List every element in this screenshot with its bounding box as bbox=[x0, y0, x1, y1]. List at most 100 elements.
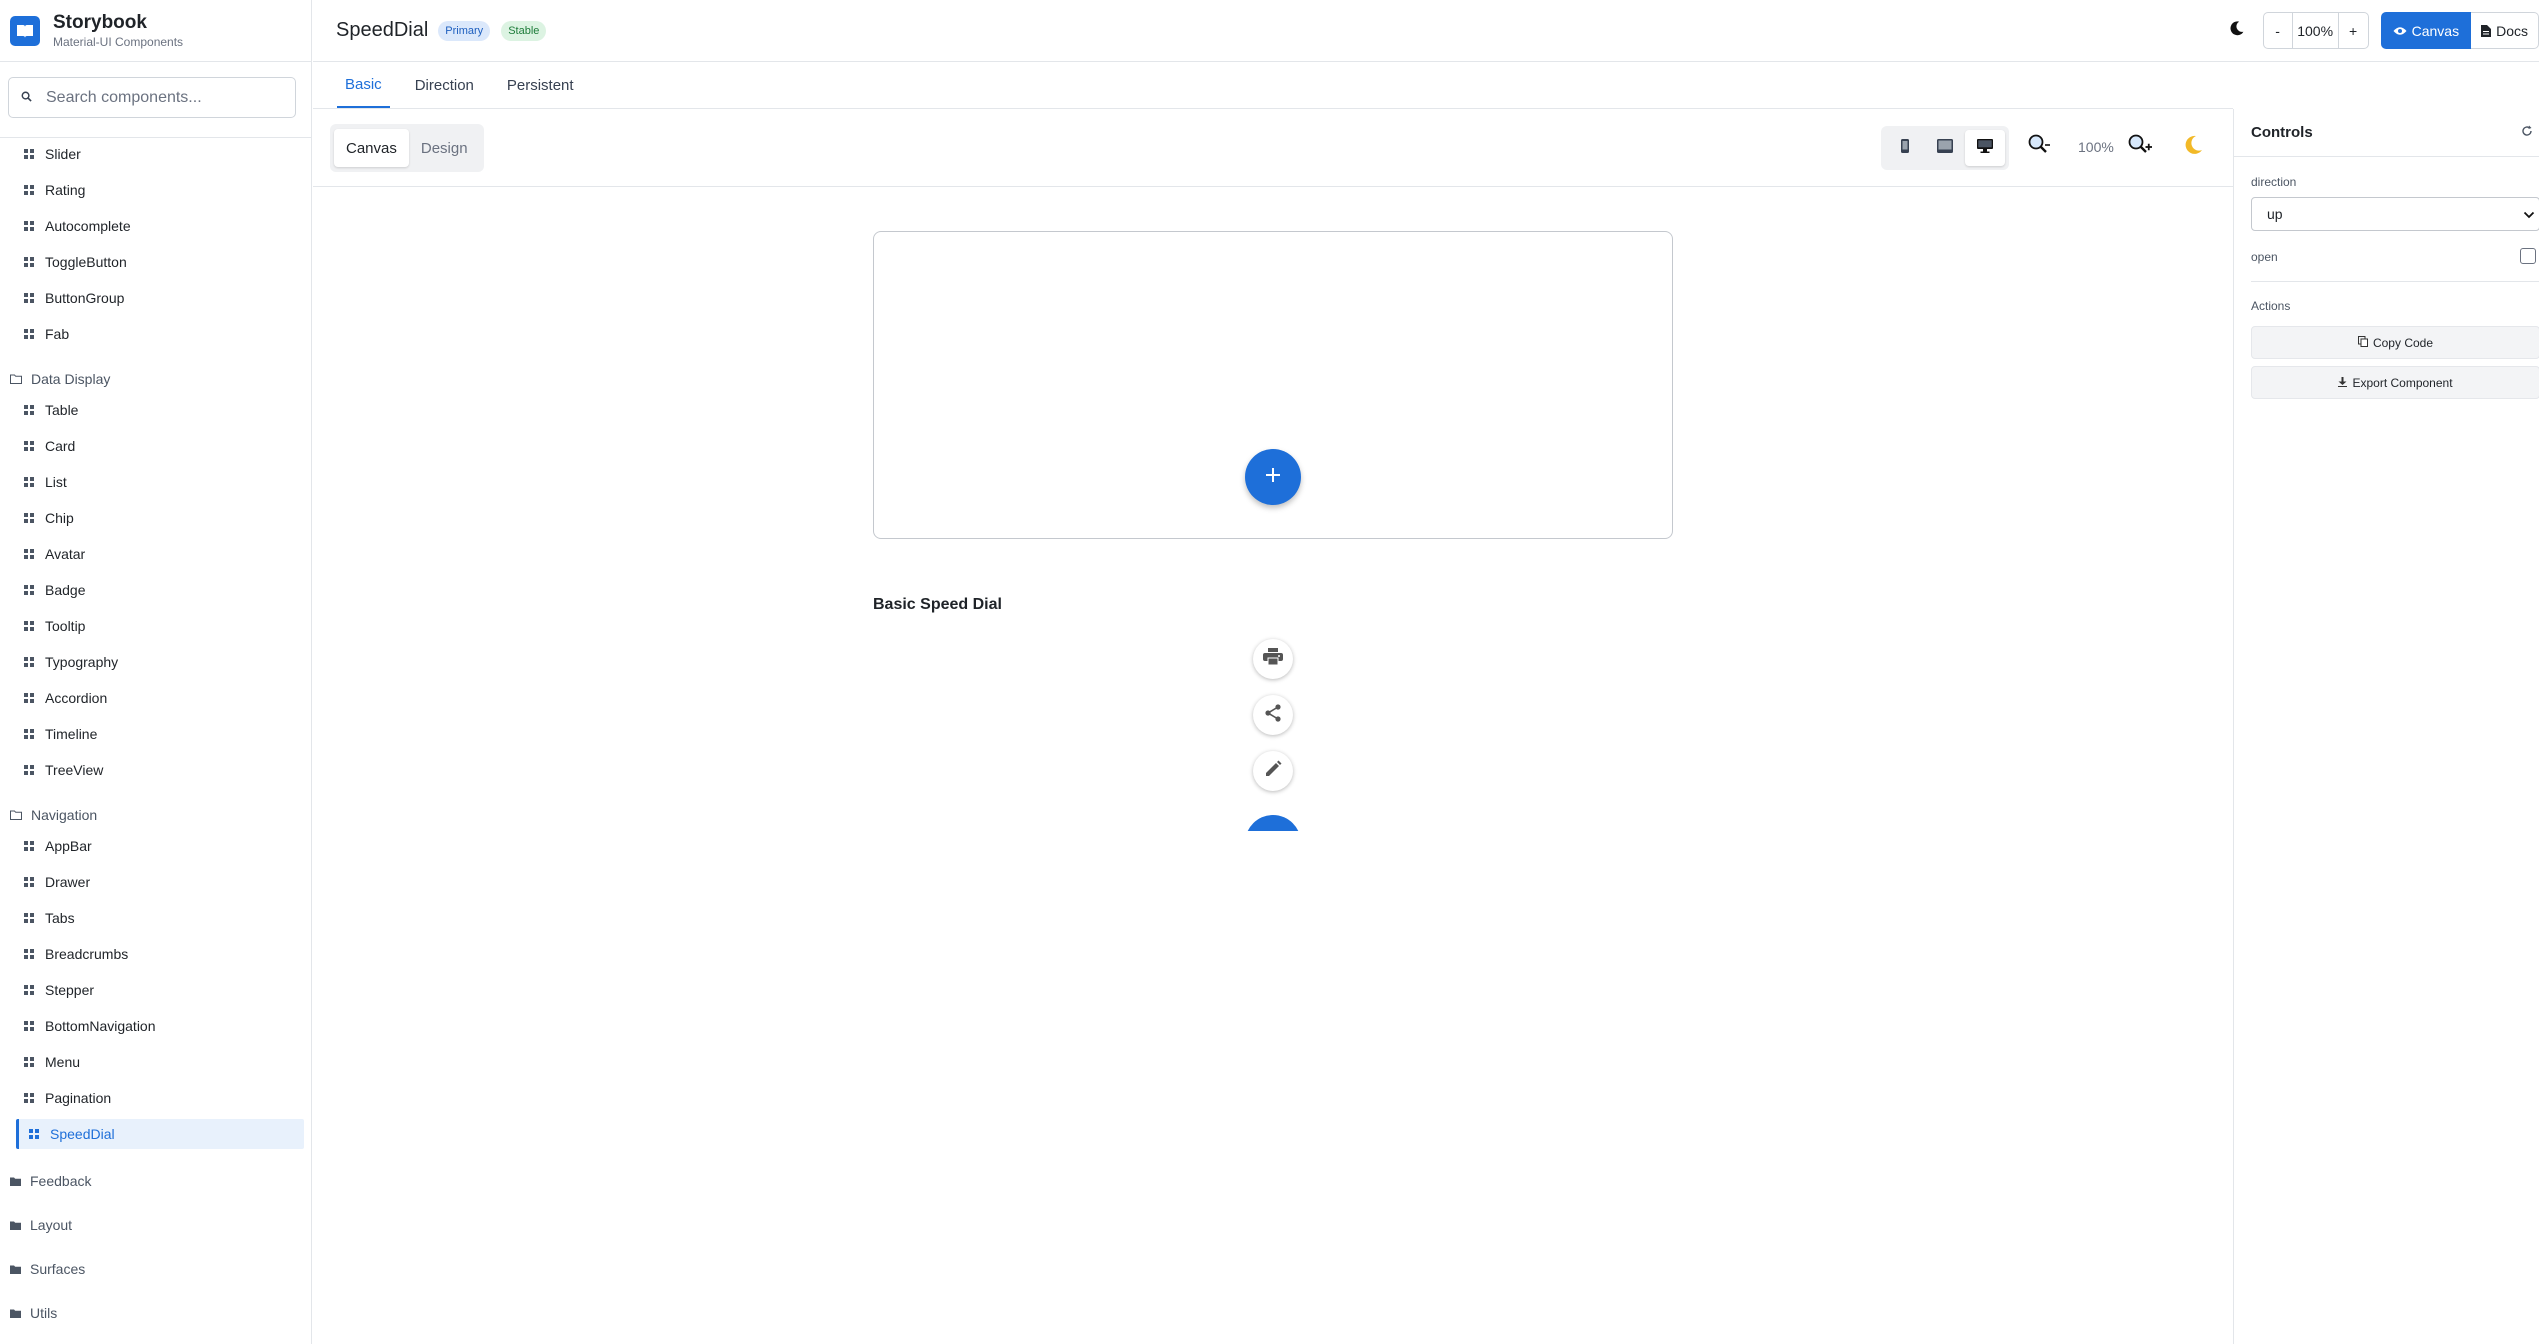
mode-segment: Canvas Design bbox=[330, 124, 484, 172]
desktop-view-button[interactable] bbox=[1965, 130, 2005, 166]
sidebar-group-navigation[interactable]: Navigation bbox=[10, 802, 97, 828]
sidebar-group-label: Navigation bbox=[31, 807, 98, 823]
sidebar-item-menu[interactable]: Menu bbox=[24, 1047, 80, 1077]
view-switch: Canvas Docs bbox=[2380, 12, 2539, 49]
direction-value: up bbox=[2267, 206, 2283, 222]
moon-icon bbox=[2228, 20, 2245, 42]
component-icon bbox=[24, 474, 34, 490]
component-icon bbox=[24, 438, 34, 454]
header-actions: - 100% + Canvas Docs bbox=[2222, 12, 2539, 49]
docs-view-label: Docs bbox=[2496, 22, 2528, 39]
speed-dial-action-share[interactable] bbox=[1253, 695, 1293, 735]
brand[interactable]: Storybook Material-UI Components bbox=[0, 0, 311, 62]
direction-select[interactable]: up bbox=[2251, 197, 2539, 231]
sidebar-group-feedback[interactable]: Feedback bbox=[10, 1168, 91, 1194]
search-icon bbox=[21, 89, 32, 107]
sidebar-item-autocomplete[interactable]: Autocomplete bbox=[24, 211, 131, 241]
sidebar-item-slider[interactable]: Slider bbox=[24, 139, 81, 169]
segment-design[interactable]: Design bbox=[409, 129, 480, 167]
sidebar-item-list[interactable]: List bbox=[24, 467, 67, 497]
mobile-view-button[interactable] bbox=[1885, 130, 1925, 166]
canvas-zoom-out-button[interactable] bbox=[2027, 133, 2051, 160]
sidebar-item-label: Pagination bbox=[45, 1090, 112, 1106]
sidebar-item-label: AppBar bbox=[45, 838, 92, 854]
sidebar-item-label: Timeline bbox=[45, 726, 98, 742]
open-checkbox[interactable] bbox=[2520, 248, 2536, 264]
sidebar-item-avatar[interactable]: Avatar bbox=[24, 539, 85, 569]
sidebar-item-label: Rating bbox=[45, 182, 86, 198]
sidebar-item-treeview[interactable]: TreeView bbox=[24, 755, 103, 785]
zoom-out-icon bbox=[2027, 134, 2051, 159]
search-area bbox=[0, 62, 311, 138]
speed-dial-action-edit[interactable] bbox=[1253, 751, 1293, 791]
tab-persistent[interactable]: Persistent bbox=[499, 62, 582, 108]
component-icon bbox=[24, 402, 34, 418]
sidebar-item-stepper[interactable]: Stepper bbox=[24, 975, 94, 1005]
sidebar-item-fab[interactable]: Fab bbox=[24, 319, 69, 349]
sidebar-item-label: Tooltip bbox=[45, 618, 86, 634]
brand-title: Storybook bbox=[53, 11, 147, 33]
zoom-in-button[interactable]: + bbox=[2339, 13, 2368, 48]
canvas-zoom-in-button[interactable] bbox=[2127, 133, 2153, 160]
controls-header: Controls bbox=[2234, 109, 2539, 157]
sidebar-group-data-display[interactable]: Data Display bbox=[10, 366, 110, 392]
search-input[interactable] bbox=[46, 88, 286, 107]
folder-icon bbox=[10, 1173, 21, 1189]
sidebar-item-bottomnavigation[interactable]: BottomNavigation bbox=[24, 1011, 156, 1041]
component-icon bbox=[24, 582, 34, 598]
copy-code-label: Copy Code bbox=[2372, 335, 2434, 350]
theme-toggle-button[interactable] bbox=[2222, 16, 2252, 46]
sidebar-item-breadcrumbs[interactable]: Breadcrumbs bbox=[24, 939, 128, 969]
tab-direction[interactable]: Direction bbox=[407, 62, 482, 108]
component-icon bbox=[24, 510, 34, 526]
speed-dial-action-print[interactable] bbox=[1253, 639, 1293, 679]
zoom-out-button[interactable]: - bbox=[2264, 13, 2293, 48]
sidebar-item-label: ButtonGroup bbox=[45, 290, 125, 306]
sidebar-item-label: Tabs bbox=[45, 910, 75, 926]
sidebar-item-pagination[interactable]: Pagination bbox=[24, 1083, 111, 1113]
sidebar-item-speeddial[interactable]: SpeedDial bbox=[16, 1119, 304, 1149]
edit-icon bbox=[1264, 760, 1282, 783]
sidebar-item-typography[interactable]: Typography bbox=[24, 647, 118, 677]
search-box[interactable] bbox=[8, 77, 296, 118]
speed-dial-fab[interactable] bbox=[1245, 449, 1301, 505]
sidebar-item-drawer[interactable]: Drawer bbox=[24, 867, 90, 897]
sidebar-item-label: Card bbox=[45, 438, 76, 454]
docs-view-button[interactable]: Docs bbox=[2471, 12, 2539, 49]
component-icon bbox=[24, 218, 34, 234]
sidebar-item-tabs[interactable]: Tabs bbox=[24, 903, 75, 933]
tablet-view-button[interactable] bbox=[1925, 130, 1965, 166]
sidebar-item-tooltip[interactable]: Tooltip bbox=[24, 611, 85, 641]
sidebar-item-togglebutton[interactable]: ToggleButton bbox=[24, 247, 127, 277]
sidebar-item-chip[interactable]: Chip bbox=[24, 503, 74, 533]
sidebar-group-utils[interactable]: Utils bbox=[10, 1300, 57, 1326]
sidebar-group-layout[interactable]: Layout bbox=[10, 1212, 72, 1238]
component-icon bbox=[24, 546, 34, 562]
tab-basic[interactable]: Basic bbox=[337, 62, 390, 108]
sidebar-item-table[interactable]: Table bbox=[24, 395, 78, 425]
canvas-view-button[interactable]: Canvas bbox=[2380, 12, 2472, 49]
sidebar-item-appbar[interactable]: AppBar bbox=[24, 831, 92, 861]
share-icon bbox=[1264, 703, 1282, 727]
canvas-toolbar: Canvas Design 100% bbox=[313, 109, 2233, 187]
sidebar-item-badge[interactable]: Badge bbox=[24, 575, 85, 605]
segment-canvas[interactable]: Canvas bbox=[334, 129, 409, 167]
sidebar-item-buttongroup[interactable]: ButtonGroup bbox=[24, 283, 124, 313]
sidebar-item-label: Avatar bbox=[45, 546, 86, 562]
sidebar-item-label: Accordion bbox=[45, 690, 108, 706]
sidebar-item-rating[interactable]: Rating bbox=[24, 175, 85, 205]
sidebar-item-timeline[interactable]: Timeline bbox=[24, 719, 97, 749]
sidebar-item-card[interactable]: Card bbox=[24, 431, 75, 461]
sidebar-item-label: Stepper bbox=[45, 982, 95, 998]
canvas-theme-button[interactable] bbox=[2182, 134, 2204, 161]
sidebar-group-surfaces[interactable]: Surfaces bbox=[10, 1256, 85, 1282]
reset-icon[interactable] bbox=[2521, 124, 2533, 142]
badge-stable: Stable bbox=[501, 20, 547, 41]
export-component-button[interactable]: Export Component bbox=[2251, 366, 2539, 399]
brand-subtitle: Material-UI Components bbox=[53, 34, 184, 49]
speed-dial-fab-secondary[interactable] bbox=[1245, 815, 1301, 831]
component-icon bbox=[29, 1126, 39, 1142]
component-icon bbox=[24, 182, 34, 198]
sidebar-item-accordion[interactable]: Accordion bbox=[24, 683, 107, 713]
copy-code-button[interactable]: Copy Code bbox=[2251, 326, 2539, 359]
